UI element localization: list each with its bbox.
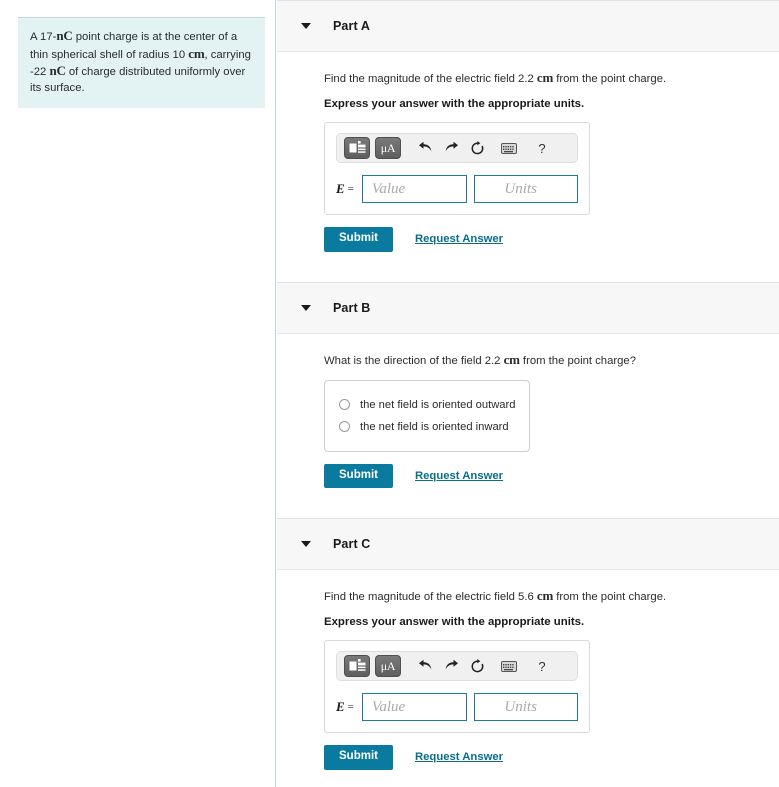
part-b-spacer: [277, 488, 779, 518]
part-c-body: Find the magnitude of the electric field…: [277, 570, 779, 770]
undo-glyph: [418, 659, 431, 670]
keyboard-glyph: [501, 142, 517, 154]
keyboard-icon[interactable]: [498, 655, 520, 677]
part-c-answer-widget: μA ? E = Value Units: [324, 640, 590, 733]
part-b-choice-0-label: the net field is oriented outward: [360, 398, 516, 411]
part-a-spacer: [277, 252, 779, 282]
part-c-instruction: Express your answer with the appropriate…: [324, 616, 585, 628]
part-a-equals: =: [347, 183, 354, 195]
help-icon[interactable]: ?: [531, 137, 553, 159]
undo-icon[interactable]: [414, 655, 436, 677]
part-b-choice-1[interactable]: the net field is oriented inward: [325, 416, 529, 438]
part-c-spacer: [277, 770, 779, 787]
units-microamp-label: μA: [380, 659, 396, 673]
part-a-value-placeholder: Value: [371, 180, 406, 197]
reset-icon[interactable]: [466, 655, 488, 677]
problem-statement-box: A 17-nC point charge is at the center of…: [18, 17, 265, 108]
part-c-units-placeholder: Units: [504, 698, 537, 715]
part-a-title: Part A: [333, 19, 370, 33]
part-c-submit-row: Submit Request Answer: [324, 745, 779, 770]
redo-icon[interactable]: [440, 137, 462, 159]
part-a-body: Find the magnitude of the electric field…: [277, 52, 779, 252]
unit-symbol: cm: [536, 588, 554, 603]
part-a-units-input[interactable]: Units: [474, 175, 578, 203]
part-c-value-input[interactable]: Value: [361, 693, 468, 721]
part-c-toolbar: μA ?: [336, 651, 578, 681]
chevron-down-icon[interactable]: [301, 23, 311, 29]
radio-icon[interactable]: [339, 399, 350, 410]
part-a-answer-widget: μA ? E = Value Units: [324, 122, 590, 215]
part-a-request-answer-link[interactable]: Request Answer: [415, 233, 503, 245]
units-microamp-label: μA: [380, 141, 396, 155]
help-icon[interactable]: ?: [531, 655, 553, 677]
reset-glyph: [471, 140, 483, 154]
template-glyph: [349, 141, 365, 153]
part-b-request-answer-link[interactable]: Request Answer: [415, 470, 503, 482]
part-b-header[interactable]: Part B: [277, 281, 779, 334]
undo-icon[interactable]: [414, 137, 436, 159]
part-a-submit-row: Submit Request Answer: [324, 227, 779, 252]
template-editor-icon[interactable]: [344, 137, 370, 159]
part-a-instruction: Express your answer with the appropriate…: [324, 98, 585, 110]
problem-statement-column: A 17-nC point charge is at the center of…: [0, 0, 276, 787]
part-a-symbol: E: [336, 181, 345, 196]
template-editor-icon[interactable]: [344, 655, 370, 677]
reset-icon[interactable]: [466, 137, 488, 159]
part-c: Part C Find the magnitude of the electri…: [277, 518, 779, 787]
unit-symbol: nC: [56, 28, 73, 43]
part-b-choice-1-label: the net field is oriented inward: [360, 420, 509, 433]
keyboard-icon[interactable]: [498, 137, 520, 159]
part-b-submit-row: Submit Request Answer: [324, 463, 779, 488]
part-b-submit-button[interactable]: Submit: [324, 463, 393, 488]
part-b: Part B What is the direction of the fiel…: [277, 281, 779, 519]
units-microamp-icon[interactable]: μA: [375, 137, 401, 159]
part-c-symbol: E: [336, 699, 345, 714]
part-c-request-answer-link[interactable]: Request Answer: [415, 751, 503, 763]
reset-glyph: [471, 658, 483, 672]
undo-glyph: [418, 141, 431, 152]
part-a-header[interactable]: Part A: [277, 0, 779, 52]
part-a-question: Find the magnitude of the electric field…: [324, 70, 667, 85]
part-a-toolbar: μA ?: [336, 133, 578, 163]
unit-symbol: cm: [503, 351, 520, 367]
part-c-title: Part C: [333, 537, 371, 551]
part-a: Part A Find the magnitude of the electri…: [277, 0, 779, 282]
part-c-units-input[interactable]: Units: [474, 693, 578, 721]
redo-glyph: [445, 659, 458, 670]
redo-icon[interactable]: [440, 655, 462, 677]
part-a-value-input[interactable]: Value: [361, 175, 468, 203]
unit-symbol: cm: [536, 70, 554, 85]
part-c-equals: =: [347, 701, 354, 713]
redo-glyph: [445, 141, 458, 152]
part-b-body: What is the direction of the field 2.2 c…: [277, 334, 779, 488]
units-microamp-icon[interactable]: μA: [375, 655, 401, 677]
unit-symbol: nC: [49, 63, 66, 78]
chevron-down-icon[interactable]: [301, 541, 311, 547]
keyboard-glyph: [501, 660, 517, 672]
part-c-input-row: E = Value Units: [336, 693, 578, 721]
problem-statement-text: A 17-nC point charge is at the center of…: [30, 28, 251, 94]
template-glyph: [349, 659, 365, 671]
parts-column: Part A Find the magnitude of the electri…: [277, 0, 779, 787]
part-c-question: Find the magnitude of the electric field…: [324, 588, 667, 603]
part-c-submit-button[interactable]: Submit: [324, 745, 393, 770]
part-a-units-placeholder: Units: [504, 180, 537, 197]
chevron-down-icon[interactable]: [301, 304, 311, 311]
radio-icon[interactable]: [339, 421, 350, 432]
part-c-value-placeholder: Value: [371, 698, 406, 715]
part-b-choices: the net field is oriented outward the ne…: [324, 379, 530, 452]
problem-page: A 17-nC point charge is at the center of…: [0, 0, 779, 787]
part-b-choice-0[interactable]: the net field is oriented outward: [325, 394, 529, 416]
part-a-input-row: E = Value Units: [336, 175, 578, 203]
unit-symbol: cm: [188, 45, 205, 61]
part-a-submit-button[interactable]: Submit: [324, 227, 393, 252]
part-c-header[interactable]: Part C: [277, 518, 779, 570]
part-b-question: What is the direction of the field 2.2 c…: [324, 351, 636, 367]
part-b-title: Part B: [333, 300, 371, 315]
